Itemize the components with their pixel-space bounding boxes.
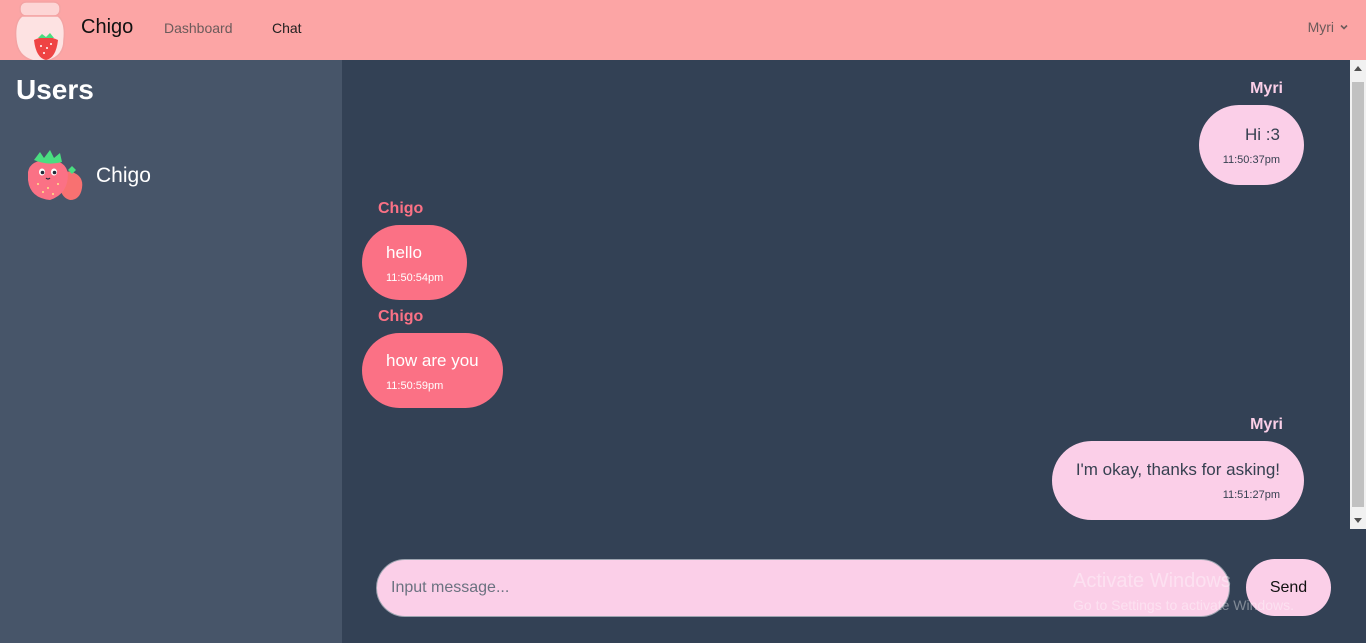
chevron-down-icon <box>1340 24 1348 30</box>
send-button[interactable]: Send <box>1246 559 1331 616</box>
strawberry-jar-logo-icon[interactable] <box>14 0 70 60</box>
message-sender: Chigo <box>378 308 424 325</box>
navbar: Chigo Dashboard Chat Myri <box>0 0 1366 60</box>
user-list-item-chigo[interactable]: Chigo <box>24 146 324 206</box>
message-bubble: I'm okay, thanks for asking! 11:51:27pm <box>1051 441 1304 520</box>
message-bubble: Hi :3 11:50:37pm <box>1198 105 1304 185</box>
message-list-scrollbar[interactable] <box>1350 60 1366 529</box>
message-bubble: hello 11:50:54pm <box>362 225 468 300</box>
scrollbar-thumb[interactable] <box>1352 82 1364 507</box>
chat-panel: Myri Hi :3 11:50:37pm Chigo hello 11:50:… <box>342 60 1366 643</box>
nav-link-dashboard[interactable]: Dashboard <box>164 20 233 36</box>
users-sidebar: Users Chigo <box>0 60 342 643</box>
scroll-up-arrow-icon[interactable] <box>1354 66 1362 71</box>
message-bubble: how are you 11:50:59pm <box>362 333 503 408</box>
message-text: how are you <box>386 351 479 370</box>
message-sender: Myri <box>1250 416 1283 433</box>
message-time: 11:50:59pm <box>386 380 444 392</box>
strawberry-avatar-icon <box>28 150 83 200</box>
message-text: I'm okay, thanks for asking! <box>1075 460 1280 479</box>
message-sender: Chigo <box>378 200 424 217</box>
nav-link-chat[interactable]: Chat <box>272 20 302 36</box>
message-time: 11:51:27pm <box>1222 489 1280 501</box>
user-name: Chigo <box>96 164 151 187</box>
message-input[interactable] <box>376 559 1230 617</box>
message-text: Hi :3 <box>1245 125 1280 144</box>
user-menu-label: Myri <box>1307 19 1334 35</box>
message-text: hello <box>386 243 422 262</box>
sidebar-title: Users <box>16 74 94 105</box>
message-time: 11:50:37pm <box>1222 154 1280 166</box>
message-sender: Myri <box>1250 80 1283 97</box>
message-time: 11:50:54pm <box>386 272 444 284</box>
user-menu-dropdown[interactable]: Myri <box>1308 19 1350 35</box>
brand-name[interactable]: Chigo <box>81 16 133 39</box>
scroll-down-arrow-icon[interactable] <box>1354 518 1362 523</box>
message-list: Myri Hi :3 11:50:37pm Chigo hello 11:50:… <box>342 60 1350 529</box>
